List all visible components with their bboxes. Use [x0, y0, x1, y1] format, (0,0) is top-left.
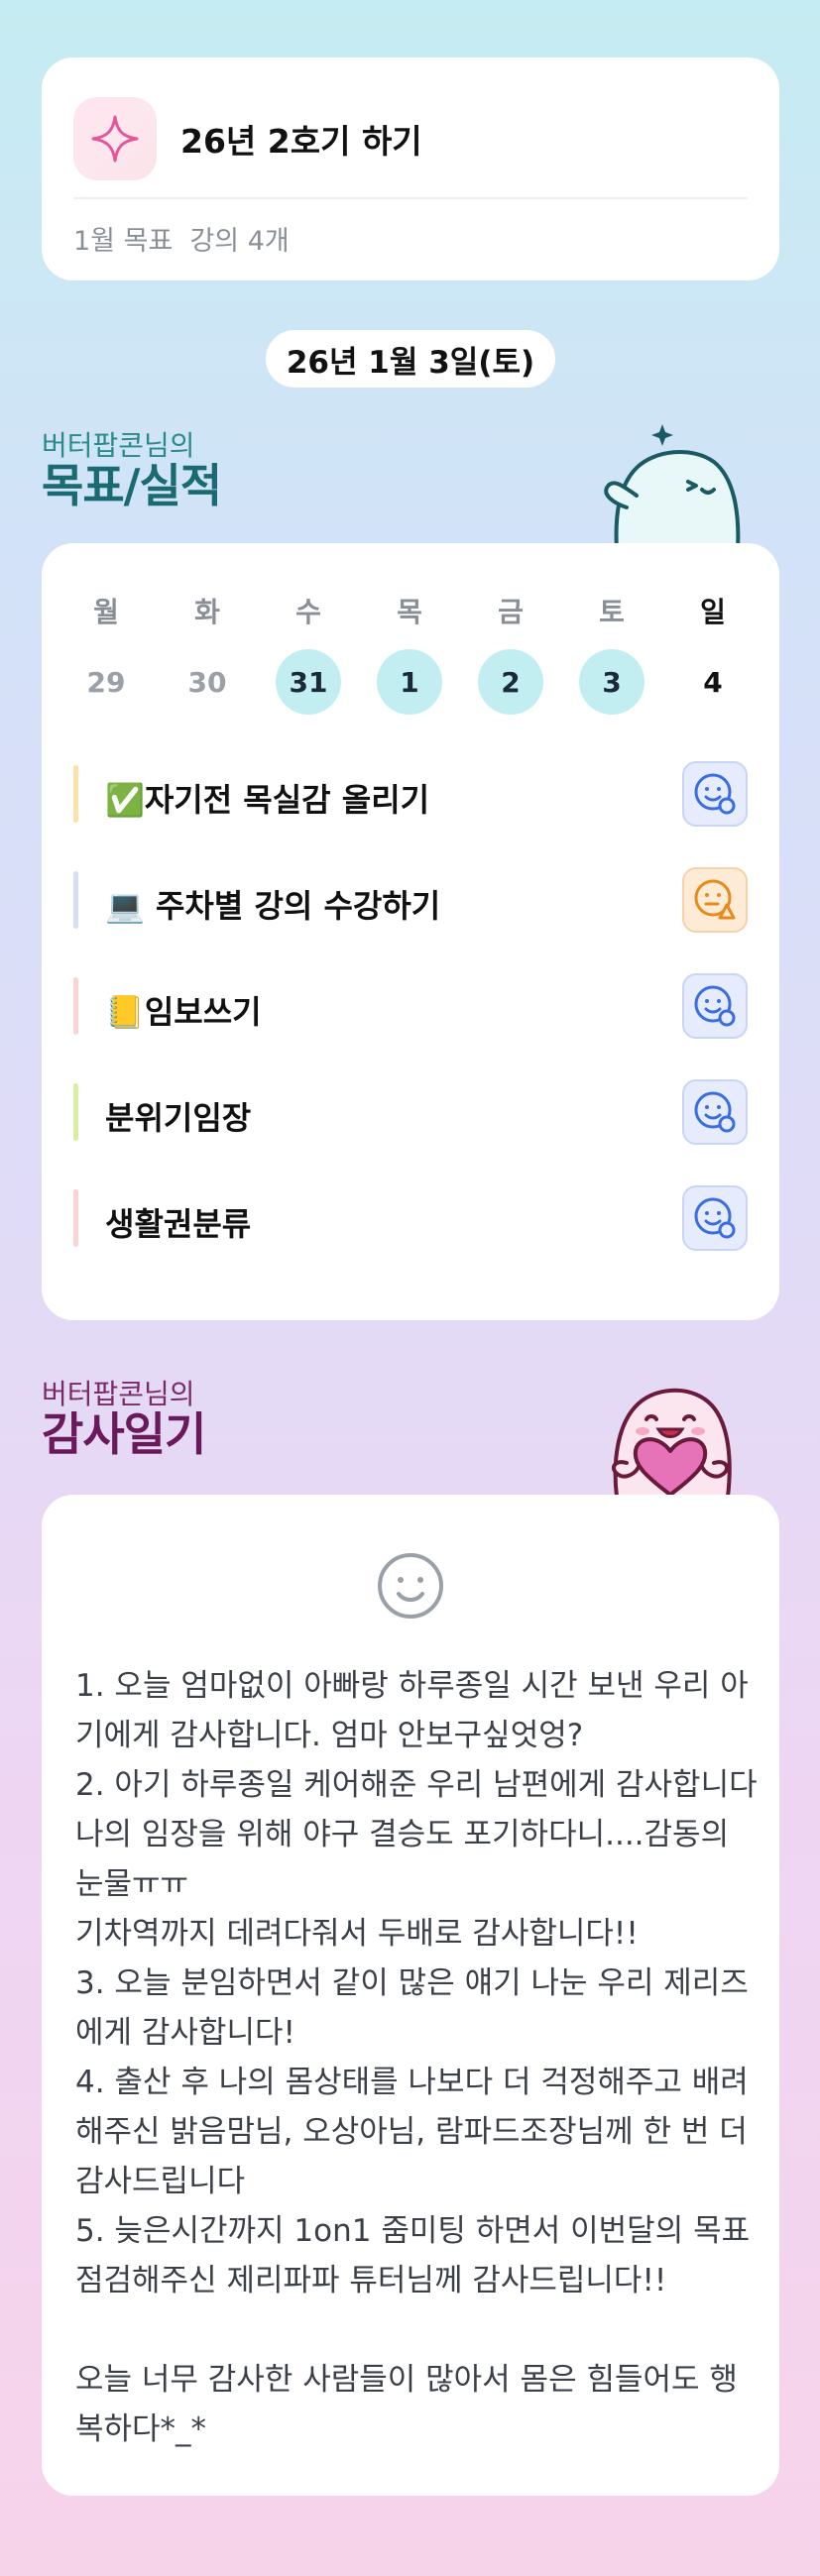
goal-row[interactable]: 📒임보쓰기 — [73, 971, 748, 1041]
smile-check-icon[interactable] — [682, 973, 748, 1039]
pink-ghost-heart-character-icon — [591, 1368, 750, 1499]
monthly-goal-card[interactable]: 26년 2호기 하기 1월 목표 강의 4개 — [42, 57, 779, 280]
goal-label: 분위기임장 — [105, 1099, 252, 1137]
goal-color-bar — [73, 871, 78, 929]
goal-label: 생활권분류 — [105, 1205, 252, 1243]
date-4[interactable]: 4 — [680, 649, 746, 715]
goal-subtitle: 1월 목표 강의 4개 — [73, 226, 290, 257]
weekday-sat: 토 — [599, 596, 625, 628]
goal-row[interactable]: 💻 주차별 강의 수강하기 — [73, 865, 748, 935]
smile-check-icon[interactable] — [682, 761, 748, 827]
check-emoji-icon: ✅ — [105, 781, 145, 819]
goal-label: 📒임보쓰기 — [105, 993, 262, 1031]
meh-warning-icon[interactable] — [682, 867, 748, 933]
goals-section-title: 목표/실적 — [42, 459, 222, 512]
date-29[interactable]: 29 — [73, 649, 139, 715]
date-3[interactable]: 3 — [579, 649, 644, 715]
laptop-emoji-icon: 💻 — [105, 887, 145, 925]
goal-row[interactable]: 생활권분류 — [73, 1183, 748, 1253]
weekday-tue: 화 — [194, 596, 220, 628]
date-2[interactable]: 2 — [478, 649, 543, 715]
sparkle-icon — [73, 97, 157, 180]
divider — [73, 197, 748, 199]
weekday-thu: 목 — [397, 596, 422, 628]
gratitude-diary-card: 1. 오늘 엄마없이 아빠랑 하루종일 시간 보낸 우리 아기에게 감사합니다.… — [42, 1495, 779, 2496]
date-pill[interactable]: 26년 1월 3일(토) — [266, 330, 555, 388]
date-30[interactable]: 30 — [175, 649, 240, 715]
goal-color-bar — [73, 765, 78, 823]
goal-color-bar — [73, 977, 78, 1035]
weekday-mon: 월 — [93, 596, 119, 628]
goal-title: 26년 2호기 하기 — [180, 122, 422, 161]
weekday-sun: 일 — [700, 596, 726, 628]
goal-row[interactable]: ✅자기전 목실감 올리기 — [73, 759, 748, 829]
notebook-emoji-icon: 📒 — [105, 993, 145, 1031]
smile-check-icon[interactable] — [682, 1079, 748, 1145]
teal-ghost-character-icon — [593, 416, 752, 552]
smile-face-icon[interactable] — [375, 1550, 446, 1622]
goal-label: 💻 주차별 강의 수강하기 — [105, 887, 441, 925]
goal-color-bar — [73, 1189, 78, 1247]
goal-label: ✅자기전 목실감 올리기 — [105, 781, 430, 819]
gratitude-section-title: 감사일기 — [42, 1407, 206, 1461]
weekday-wed: 수 — [295, 596, 321, 628]
smile-check-icon[interactable] — [682, 1185, 748, 1251]
goal-color-bar — [73, 1083, 78, 1141]
date-31[interactable]: 31 — [276, 649, 341, 715]
diary-text[interactable]: 1. 오늘 엄마없이 아빠랑 하루종일 시간 보낸 우리 아기에게 감사합니다.… — [75, 1661, 760, 2454]
goal-row[interactable]: 분위기임장 — [73, 1077, 748, 1147]
weekday-fri: 금 — [498, 596, 524, 628]
date-1[interactable]: 1 — [377, 649, 442, 715]
